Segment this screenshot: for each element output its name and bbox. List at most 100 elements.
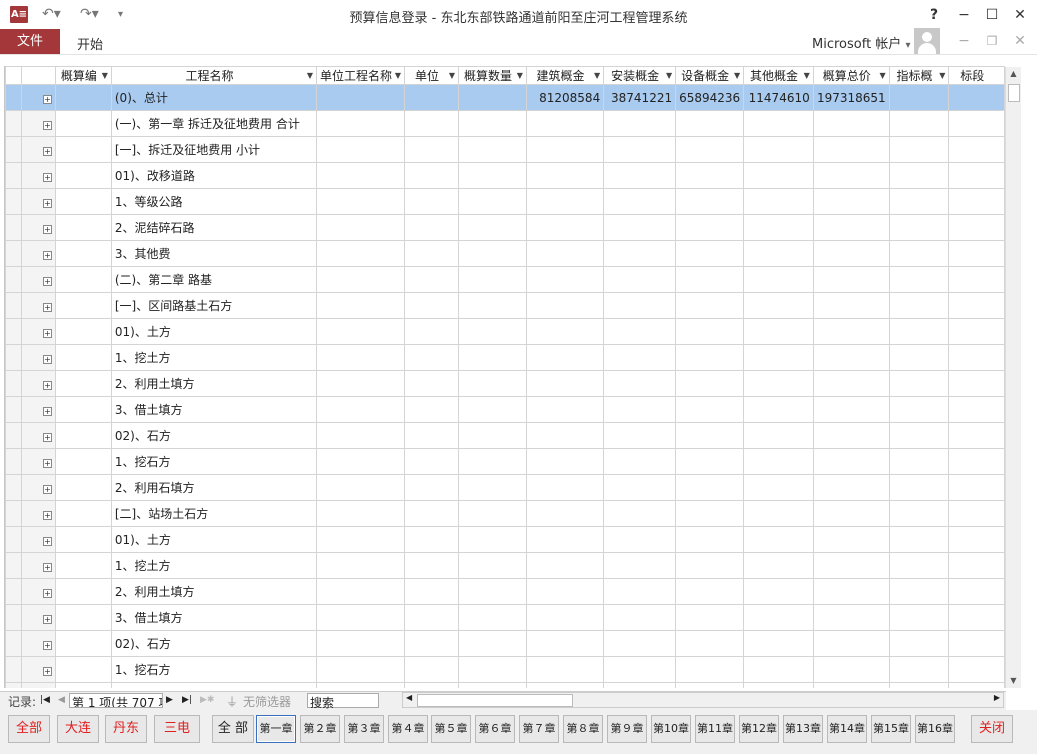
expand-cell[interactable]: + (21, 396, 56, 423)
filter-all-button[interactable]: 全部 (8, 715, 50, 743)
scroll-left-icon[interactable]: ◀ (406, 693, 412, 702)
table-cell[interactable] (316, 448, 406, 475)
table-cell[interactable] (55, 110, 112, 137)
table-cell[interactable] (888, 240, 950, 267)
table-cell[interactable] (55, 396, 112, 423)
column-header[interactable]: 概算总价 ▼ (812, 66, 890, 85)
home-tab[interactable]: 开始 (77, 34, 103, 53)
column-header[interactable]: 安装概金 ▼ (603, 66, 677, 85)
table-cell[interactable] (743, 318, 814, 345)
table-row[interactable]: +01)、土方 (5, 318, 1005, 345)
table-cell[interactable] (948, 110, 1005, 137)
table-cell[interactable]: 2、利用土填方 (110, 370, 318, 397)
table-cell[interactable] (888, 136, 950, 163)
row-selector[interactable] (5, 448, 22, 475)
table-cell[interactable] (316, 396, 406, 423)
table-cell[interactable] (948, 526, 1005, 553)
table-cell[interactable] (404, 84, 460, 111)
table-cell[interactable] (743, 500, 814, 527)
table-cell[interactable] (812, 318, 890, 345)
table-cell[interactable] (404, 474, 460, 501)
doc-close-icon[interactable]: ✕ (1006, 30, 1034, 52)
table-cell[interactable]: (二)、第二章 路基 (110, 266, 318, 293)
datasheet[interactable]: 概算编 ▼ 工程名称 ▼ 单位工程名称 ▼ 单位 ▼ 概算数量 ▼ 建筑概金 ▼ 安装概金 ▼… (4, 66, 1005, 688)
table-cell[interactable] (675, 318, 745, 345)
table-cell[interactable] (812, 136, 890, 163)
first-record-icon[interactable]: |◀ (40, 695, 50, 705)
table-cell[interactable] (316, 682, 406, 688)
table-cell[interactable] (525, 604, 605, 631)
expand-cell[interactable]: + (21, 214, 56, 241)
table-cell[interactable] (812, 656, 890, 683)
expand-row-icon[interactable]: + (43, 120, 52, 130)
table-row[interactable]: +3、其他费 (5, 240, 1005, 267)
expand-row-icon[interactable]: + (43, 354, 52, 364)
expand-cell[interactable]: + (21, 604, 56, 631)
table-cell[interactable] (812, 474, 890, 501)
table-cell[interactable] (888, 266, 950, 293)
table-cell[interactable] (603, 214, 677, 241)
table-row[interactable]: +3、借土填方 (5, 604, 1005, 631)
table-cell[interactable]: 02)、石方 (110, 422, 318, 449)
table-cell[interactable] (316, 604, 406, 631)
chapter-button[interactable]: 第13章 (783, 715, 823, 743)
table-cell[interactable] (888, 448, 950, 475)
filter-sandian-button[interactable]: 三电 (154, 715, 200, 743)
doc-restore-icon[interactable]: ❐ (978, 30, 1006, 52)
table-cell[interactable] (888, 682, 950, 688)
chevron-down-icon[interactable]: ▼ (517, 71, 523, 80)
table-cell[interactable] (888, 162, 950, 189)
table-cell[interactable] (675, 396, 745, 423)
column-header[interactable]: 单位 ▼ (404, 66, 460, 85)
expand-row-icon[interactable]: + (43, 536, 52, 546)
table-cell[interactable] (948, 136, 1005, 163)
table-cell[interactable] (888, 396, 950, 423)
expand-cell[interactable]: + (21, 344, 56, 371)
table-cell[interactable] (812, 370, 890, 397)
chapter-button[interactable]: 第一章 (256, 715, 296, 743)
table-cell[interactable] (55, 84, 112, 111)
expand-row-icon[interactable]: + (43, 198, 52, 208)
table-cell[interactable] (948, 474, 1005, 501)
table-cell[interactable] (675, 552, 745, 579)
table-cell[interactable] (812, 552, 890, 579)
table-cell[interactable] (603, 266, 677, 293)
expand-row-icon[interactable]: + (43, 250, 52, 260)
table-row[interactable]: +02)、石方 (5, 630, 1005, 657)
table-cell[interactable] (675, 682, 745, 688)
table-cell[interactable] (55, 682, 112, 688)
chapter-button[interactable]: 第14章 (827, 715, 867, 743)
close-window-icon[interactable]: ✕ (1006, 4, 1034, 26)
table-cell[interactable] (458, 500, 527, 527)
chapter-button[interactable]: 第５章 (431, 715, 471, 743)
table-cell[interactable] (743, 136, 814, 163)
expand-cell[interactable]: + (21, 448, 56, 475)
table-cell[interactable] (458, 474, 527, 501)
maximize-icon[interactable]: ☐ (978, 4, 1006, 26)
table-cell[interactable] (812, 604, 890, 631)
chevron-down-icon[interactable]: ▼ (939, 71, 945, 80)
chapter-button[interactable]: 第10章 (651, 715, 691, 743)
table-cell[interactable] (812, 396, 890, 423)
table-row[interactable]: + (二)、第二章 路基 (5, 266, 1005, 293)
table-cell[interactable] (316, 422, 406, 449)
table-cell[interactable]: 81208584 (525, 84, 605, 111)
table-cell[interactable] (55, 526, 112, 553)
row-selector[interactable] (5, 604, 22, 631)
table-cell[interactable]: 1、挖土方 (110, 552, 318, 579)
table-cell[interactable] (55, 604, 112, 631)
table-cell[interactable] (404, 630, 460, 657)
expand-cell[interactable]: + (21, 682, 56, 688)
table-cell[interactable] (743, 422, 814, 449)
table-cell[interactable] (948, 318, 1005, 345)
expand-cell[interactable]: + (21, 162, 56, 189)
table-cell[interactable] (888, 370, 950, 397)
table-cell[interactable] (675, 500, 745, 527)
table-cell[interactable] (316, 578, 406, 605)
row-selector[interactable] (5, 266, 22, 293)
table-cell[interactable] (404, 526, 460, 553)
help-button[interactable]: ? (920, 4, 948, 26)
vertical-scrollbar[interactable]: ▲ ▼ (1005, 67, 1021, 688)
expand-cell[interactable]: + (21, 188, 56, 215)
table-cell[interactable] (675, 162, 745, 189)
